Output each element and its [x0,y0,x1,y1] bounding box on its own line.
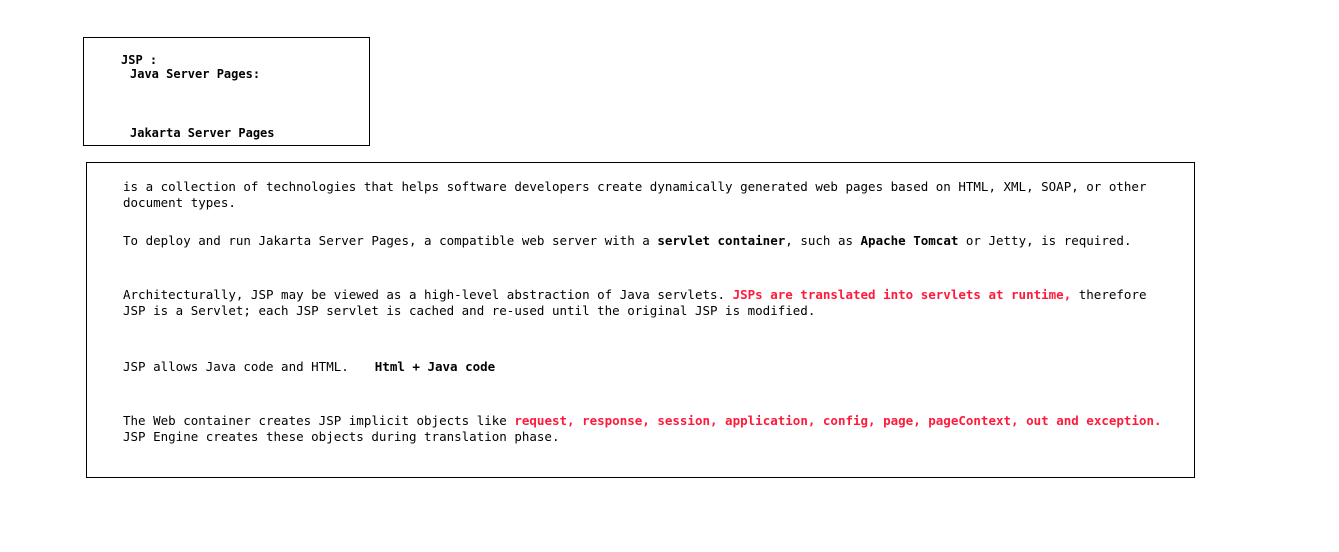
definition-text: is a collection of technologies that hel… [123,179,1147,210]
paragraph-java-html: JSP allows Java code and HTML. Html + Jav… [123,359,1173,375]
new-name-label: Jakarta Server Pages [130,126,275,140]
implicit-text-b: JSP Engine creates these objects during … [123,429,560,444]
java-html-text: JSP allows Java code and HTML. [123,359,349,374]
deploy-text-b: , such as [785,233,861,248]
paragraph-implicit-objects: The Web container creates JSP implicit o… [123,413,1173,445]
html-java-code-term: Html + Java code [374,359,496,374]
implicit-objects-highlight: request, response, session, application,… [514,413,1162,428]
paragraph-architecture: Architecturally, JSP may be viewed as a … [123,287,1173,319]
deploy-text-a: To deploy and run Jakarta Server Pages, … [123,233,658,248]
apache-tomcat-term: Apache Tomcat [860,233,959,248]
title-box: JSP : Java Server Pages: Jakarta Server … [83,37,370,146]
deploy-text-c: or Jetty, is required. [958,233,1132,248]
translation-highlight: JSPs are translated into servlets at run… [732,287,1072,302]
description-box: is a collection of technologies that hel… [86,162,1195,478]
acronym-label: JSP : [121,53,158,67]
servlet-container-term: servlet container [657,233,786,248]
paragraph-definition: is a collection of technologies that hel… [123,179,1173,211]
implicit-text-a: The Web container creates JSP implicit o… [123,413,515,428]
old-name-label: Java Server Pages: [130,67,261,81]
architecture-text-a: Architecturally, JSP may be viewed as a … [123,287,733,302]
paragraph-deploy: To deploy and run Jakarta Server Pages, … [123,233,1173,249]
